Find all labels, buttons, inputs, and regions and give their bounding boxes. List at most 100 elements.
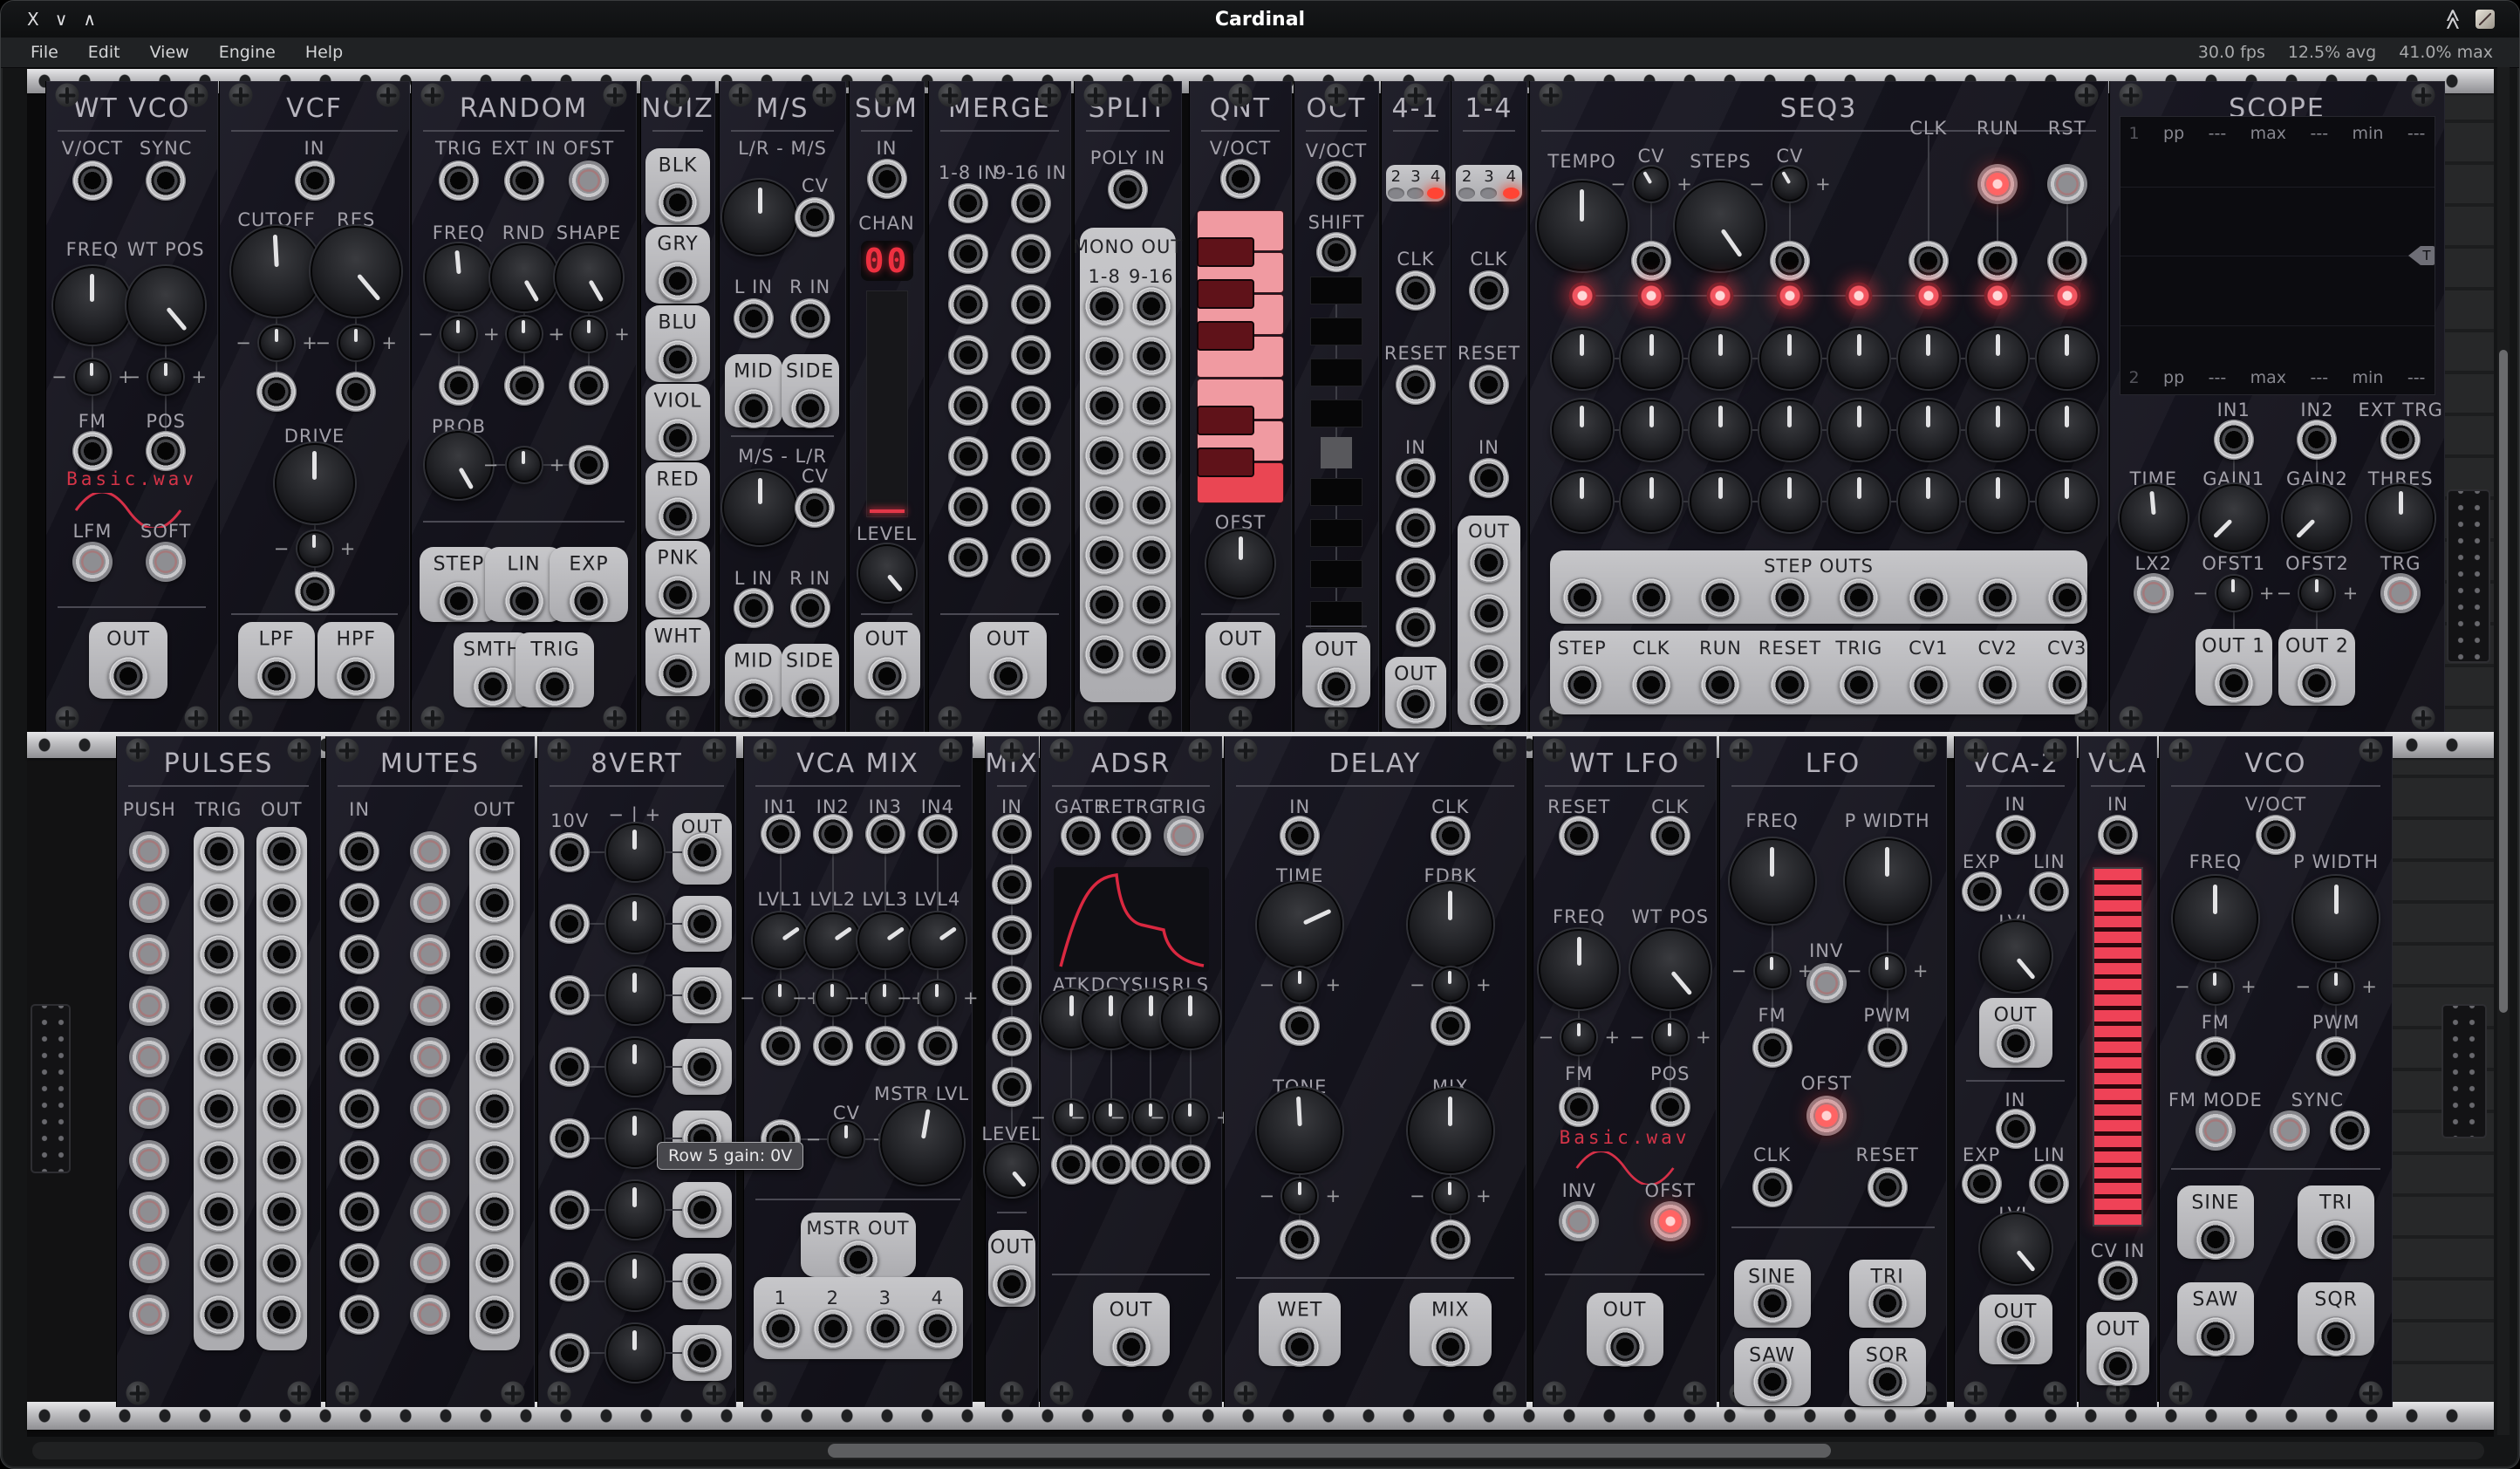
knob[interactable]: [1621, 471, 1682, 532]
jack-port[interactable]: [1396, 270, 1436, 311]
pnk-port[interactable]: [658, 575, 698, 615]
jack-port[interactable]: [504, 161, 544, 201]
jack-port[interactable]: [1396, 365, 1436, 405]
jack-port[interactable]: [504, 366, 544, 406]
jack-port[interactable]: [1469, 458, 1509, 498]
led-button[interactable]: [72, 542, 113, 582]
jack-port[interactable]: [682, 1190, 722, 1230]
knob[interactable]: [1690, 400, 1751, 461]
jack-port[interactable]: [1131, 435, 1171, 475]
trim-knob[interactable]: −+: [297, 531, 332, 566]
jack-port[interactable]: [475, 934, 515, 974]
jack-port[interactable]: [262, 1140, 302, 1180]
jack-port[interactable]: [1316, 232, 1356, 272]
jack-port[interactable]: [1171, 1144, 1211, 1185]
jack-port[interactable]: [1084, 485, 1124, 525]
knob[interactable]: [1967, 328, 2028, 389]
key-black[interactable]: [1197, 321, 1254, 351]
knob[interactable]: [722, 470, 797, 545]
steps-selector[interactable]: 234: [1456, 165, 1522, 202]
trim-knob[interactable]: −+: [2198, 969, 2233, 1004]
led-button[interactable]: [1559, 1201, 1599, 1241]
out-port[interactable]: [1996, 1023, 2036, 1063]
jack-port[interactable]: [2047, 241, 2087, 281]
knob[interactable]: [1537, 181, 1628, 271]
knob[interactable]: [2173, 876, 2258, 961]
jack-port[interactable]: [1011, 537, 1051, 577]
jack-port[interactable]: [475, 1243, 515, 1283]
out-port[interactable]: [1111, 1327, 1151, 1367]
ms-module[interactable]: M/SL/R - M/SCVL INR INMIDSIDEM/S - L/RCV…: [719, 81, 846, 732]
jack-port[interactable]: [734, 298, 774, 338]
key-black[interactable]: [1197, 406, 1254, 435]
jack-port[interactable]: [1316, 161, 1356, 201]
octave-cell[interactable]: [1310, 560, 1362, 588]
knob[interactable]: [1690, 471, 1751, 532]
jack-port[interactable]: [1011, 335, 1051, 375]
jack-port[interactable]: [1469, 682, 1509, 722]
jack-port[interactable]: [865, 1308, 905, 1349]
jack-port[interactable]: [1909, 241, 1949, 281]
led-button[interactable]: [2047, 164, 2087, 204]
jack-port[interactable]: [948, 335, 988, 375]
knob[interactable]: [1828, 328, 1889, 389]
jack-port[interactable]: [1431, 816, 1471, 856]
led-button[interactable]: [2270, 1110, 2310, 1151]
knob[interactable]: [858, 544, 916, 602]
jack-port[interactable]: [1770, 241, 1810, 281]
trim-knob[interactable]: −+: [1755, 953, 1790, 988]
octave-cell[interactable]: [1310, 318, 1362, 345]
push-led-button[interactable]: [410, 1243, 450, 1283]
jack-port[interactable]: [1131, 286, 1171, 326]
vcf-module[interactable]: VCFINCUTOFFRES−+−+DRIVE−+LPFHPF: [219, 81, 410, 732]
knob[interactable]: [880, 1101, 964, 1185]
seq3-module[interactable]: SEQ3CLKRUNRSTCVCVTEMPOSTEPS−+−+STEP OUTS…: [1529, 81, 2108, 732]
jack-port[interactable]: [1111, 816, 1151, 856]
key-black[interactable]: [1197, 448, 1254, 477]
jack-port[interactable]: [1469, 270, 1509, 311]
knob[interactable]: [2037, 328, 2098, 389]
push-led-button[interactable]: [129, 1140, 169, 1180]
jack-port[interactable]: [1280, 816, 1320, 856]
trig-port[interactable]: [535, 666, 575, 707]
vcamix-module[interactable]: VCA MIXIN1IN2IN3IN4LVL1LVL2LVL3LVL4−+−+−…: [743, 736, 973, 1407]
out-port[interactable]: [867, 656, 907, 696]
push-led-button[interactable]: [129, 883, 169, 923]
trim-knob[interactable]: −+: [148, 359, 183, 394]
jack-port[interactable]: [1559, 1087, 1599, 1127]
jack-port[interactable]: [2196, 1036, 2236, 1076]
jack-port[interactable]: [262, 883, 302, 923]
trim-knob[interactable]: −+: [1870, 953, 1905, 988]
push-led-button[interactable]: [410, 1140, 450, 1180]
knob[interactable]: [2037, 400, 2098, 461]
saw-port[interactable]: [1752, 1362, 1793, 1402]
jack-port[interactable]: [838, 1240, 878, 1280]
out-port[interactable]: [1396, 684, 1436, 724]
knob[interactable]: [606, 1110, 664, 1167]
jack-port[interactable]: [734, 588, 774, 628]
blk-port[interactable]: [658, 182, 698, 222]
push-led-button[interactable]: [129, 1089, 169, 1129]
jack-port[interactable]: [339, 1243, 379, 1283]
push-led-button[interactable]: [410, 934, 450, 974]
jack-port[interactable]: [795, 197, 835, 237]
lpf-port[interactable]: [256, 656, 297, 696]
trim-knob[interactable]: −+: [2216, 576, 2251, 611]
jack-port[interactable]: [813, 1308, 853, 1349]
jack-port[interactable]: [199, 1089, 239, 1129]
jack-port[interactable]: [1996, 815, 2036, 855]
knob[interactable]: [1206, 530, 1274, 598]
push-led-button[interactable]: [129, 1295, 169, 1335]
jack-port[interactable]: [1977, 577, 2018, 618]
tri-port[interactable]: [2316, 1220, 2356, 1260]
jack-port[interactable]: [262, 1295, 302, 1335]
push-led-button[interactable]: [129, 831, 169, 871]
horizontal-scrollbar[interactable]: [32, 1442, 2484, 1459]
jack-port[interactable]: [2380, 420, 2421, 460]
jack-port[interactable]: [475, 986, 515, 1026]
knob[interactable]: [606, 967, 664, 1024]
knob[interactable]: [425, 243, 493, 311]
jack-port[interactable]: [682, 832, 722, 872]
jack-port[interactable]: [339, 986, 379, 1026]
jack-port[interactable]: [1084, 435, 1124, 475]
